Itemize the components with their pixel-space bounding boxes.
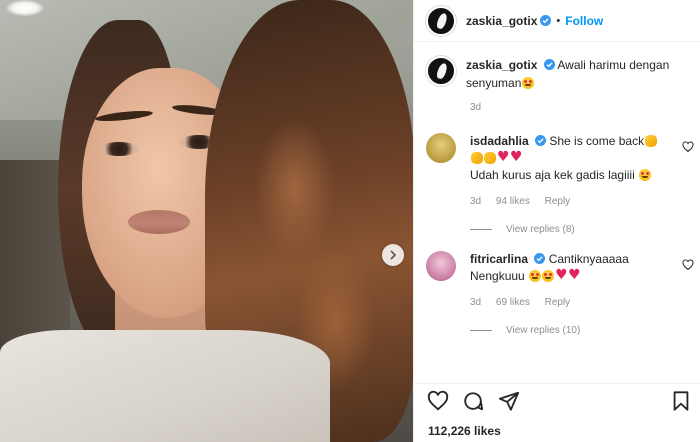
clapping-hands-emoji-icon xyxy=(471,152,483,164)
comment-text: She is come back xyxy=(549,134,645,148)
post-header: zaskia_gotix • Follow xyxy=(414,0,700,42)
author-avatar[interactable] xyxy=(426,56,456,86)
comment-timestamp: 3d xyxy=(470,297,482,308)
caption-timestamp: 3d xyxy=(470,102,482,113)
comment-text: Nengkuuu xyxy=(470,269,525,283)
red-heart-emoji-icon xyxy=(568,267,581,284)
comment-text: Udah kurus aja kek gadis lagiiii xyxy=(470,168,635,182)
author-username[interactable]: zaskia_gotix xyxy=(466,14,537,28)
like-comment-heart-icon[interactable] xyxy=(682,259,694,271)
heart-eyes-emoji-icon xyxy=(542,270,555,282)
replies-divider-line xyxy=(470,330,492,331)
comment-like-count[interactable]: 94 likes xyxy=(496,196,530,207)
post-photo[interactable] xyxy=(0,0,413,442)
verified-badge-icon xyxy=(543,59,555,70)
heart-eyes-emoji-icon xyxy=(522,77,535,89)
red-heart-emoji-icon xyxy=(497,149,510,166)
post-side-panel: zaskia_gotix • Follow zaskia_gotix Awali… xyxy=(413,0,700,442)
commenter-avatar[interactable] xyxy=(426,251,456,281)
reply-button[interactable]: Reply xyxy=(545,196,571,207)
heart-eyes-emoji-icon xyxy=(639,169,652,181)
comment-meta: 3d 69 likes Reply xyxy=(470,294,676,311)
commenter-username[interactable]: fitricarlina xyxy=(470,252,528,266)
photo-shirt xyxy=(0,330,330,442)
caption-text: zaskia_gotix Awali harimu dengan senyuma… xyxy=(466,56,686,92)
verified-badge-icon xyxy=(535,135,547,146)
photo-ceiling-light xyxy=(6,0,44,16)
replies-divider-line xyxy=(470,229,492,230)
view-replies-label: View replies (10) xyxy=(506,325,581,336)
photo-lips xyxy=(128,210,190,234)
verified-badge-icon xyxy=(540,15,552,26)
heart-icon[interactable] xyxy=(427,390,449,412)
like-comment-heart-icon[interactable] xyxy=(682,141,694,153)
comment-like-count[interactable]: 69 likes xyxy=(496,297,530,308)
heart-eyes-emoji-icon xyxy=(529,270,542,282)
view-replies-label: View replies (8) xyxy=(506,224,575,235)
comment-meta: 3d 94 likes Reply xyxy=(470,193,676,210)
post-caption: zaskia_gotix Awali harimu dengan senyuma… xyxy=(414,56,700,92)
bookmark-icon[interactable] xyxy=(670,390,692,412)
comment-icon[interactable] xyxy=(462,390,484,412)
header-separator: • xyxy=(556,14,561,27)
view-replies-button[interactable]: View replies (8) xyxy=(470,224,700,235)
comment-timestamp: 3d xyxy=(470,196,482,207)
comment-item: isdadahlia She is come back Udah kurus a… xyxy=(414,133,700,210)
caption-username[interactable]: zaskia_gotix xyxy=(466,58,537,72)
clapping-hands-emoji-icon xyxy=(645,135,658,147)
red-heart-emoji-icon xyxy=(510,149,523,166)
commenter-avatar[interactable] xyxy=(426,133,456,163)
paper-plane-icon[interactable] xyxy=(498,390,520,412)
follow-button[interactable]: Follow xyxy=(565,14,603,28)
comment-body: fitricarlina Cantiknyaaaaa Nengkuuu 3d 6… xyxy=(470,251,676,311)
comments-list: zaskia_gotix Awali harimu dengan senyuma… xyxy=(414,56,700,336)
author-avatar[interactable] xyxy=(426,5,456,36)
chevron-right-icon xyxy=(390,250,397,260)
comment-item: fitricarlina Cantiknyaaaaa Nengkuuu 3d 6… xyxy=(414,251,700,311)
post-like-count[interactable]: 112,226 likes xyxy=(428,424,501,438)
post-action-bar xyxy=(414,383,700,411)
reply-button[interactable]: Reply xyxy=(545,297,571,308)
comment-body: isdadahlia She is come back Udah kurus a… xyxy=(470,133,676,210)
red-heart-emoji-icon xyxy=(555,267,568,284)
comment-text: Cantiknyaaaaa xyxy=(548,252,629,266)
view-replies-button[interactable]: View replies (10) xyxy=(470,325,700,336)
commenter-username[interactable]: isdadahlia xyxy=(470,134,529,148)
next-photo-button[interactable] xyxy=(382,244,404,266)
verified-badge-icon xyxy=(534,253,546,264)
photo-eye xyxy=(100,142,138,156)
clapping-hands-emoji-icon xyxy=(484,152,496,164)
